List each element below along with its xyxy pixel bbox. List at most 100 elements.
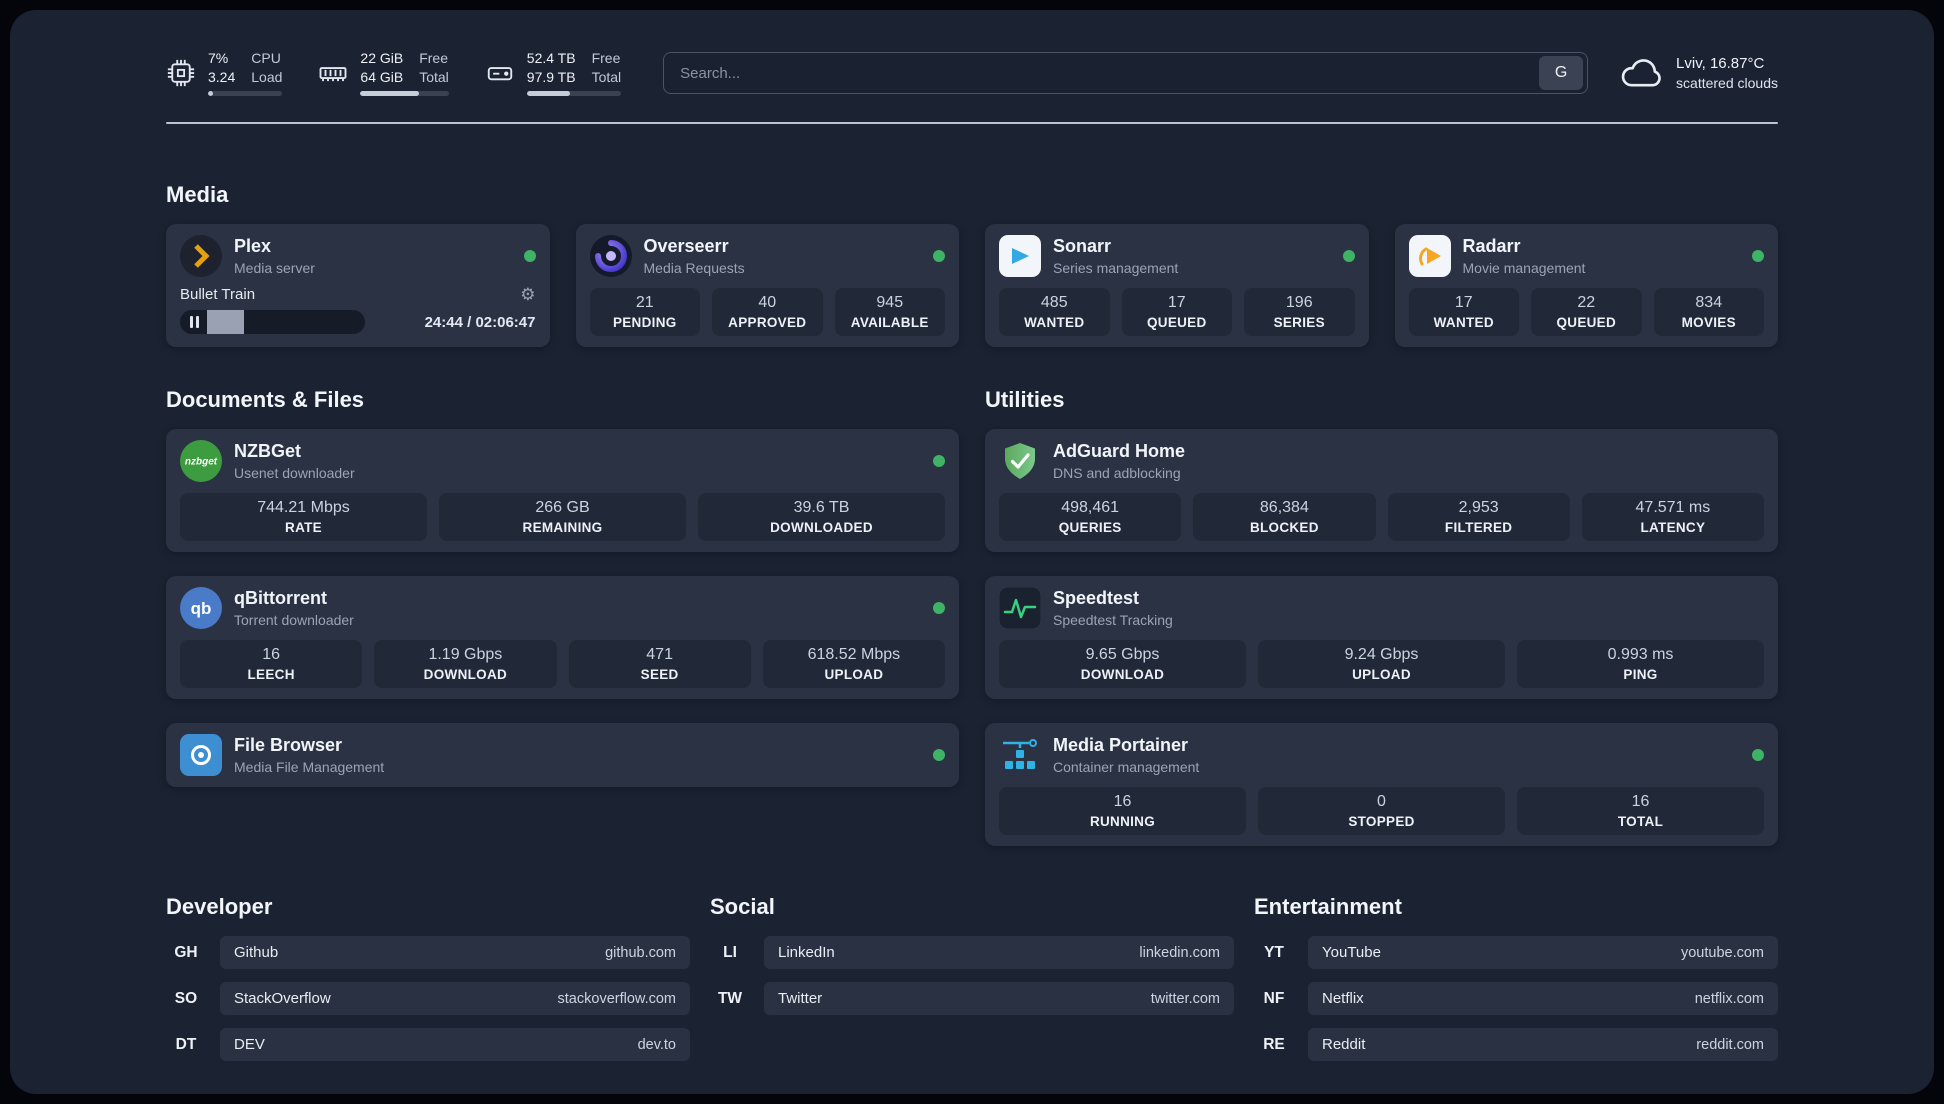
ram-total-value: 64 GiB xyxy=(360,69,404,85)
stat-value: 834 xyxy=(1695,294,1723,311)
pause-button[interactable] xyxy=(190,316,199,328)
link-abbr: LI xyxy=(723,943,737,961)
link-url: linkedin.com xyxy=(1139,944,1220,961)
link-name: Twitter xyxy=(778,990,823,1007)
card-overseerr[interactable]: Overseerr Media Requests 21 PENDING 40 A… xyxy=(575,224,959,347)
link-abbr: YT xyxy=(1264,943,1284,961)
link-twitter[interactable]: TW Twitter twitter.com xyxy=(710,982,1234,1015)
card-plex[interactable]: Plex Media server Bullet Train ⚙ 24:44 /… xyxy=(166,224,550,347)
status-indicator xyxy=(523,250,536,262)
stat-tile: 9.24 Gbps UPLOAD xyxy=(1258,640,1505,688)
link-url: stackoverflow.com xyxy=(557,990,676,1007)
link-reddit[interactable]: RE Reddit reddit.com xyxy=(1254,1028,1778,1061)
search-input[interactable] xyxy=(664,53,1540,93)
link-youtube[interactable]: YT YouTube youtube.com xyxy=(1254,936,1778,969)
stat-tile: 16 LEECH xyxy=(180,640,363,688)
link-abbr: DT xyxy=(175,1035,197,1053)
link-github[interactable]: GH Github github.com xyxy=(166,936,690,969)
link-pill[interactable]: Twitter twitter.com xyxy=(764,982,1234,1015)
stat-tile: 17 WANTED xyxy=(1408,288,1519,336)
app-name: AdGuard Home xyxy=(1053,441,1186,461)
weather-widget[interactable]: Lviv, 16.87°C scattered clouds xyxy=(1618,54,1778,93)
radarr-icon xyxy=(1408,235,1451,277)
stat-value: 22 xyxy=(1577,294,1596,311)
link-pill[interactable]: Reddit reddit.com xyxy=(1308,1028,1778,1061)
link-pill[interactable]: Netflix netflix.com xyxy=(1308,982,1778,1015)
stat-value: 16 xyxy=(1631,793,1650,810)
stat-tile: 2,953 FILTERED xyxy=(1387,493,1570,541)
stat-tile: 0.993 ms PING xyxy=(1517,640,1764,688)
link-linkedin[interactable]: LI LinkedIn linkedin.com xyxy=(710,936,1234,969)
dashboard-screen: 7% 3.24 CPU Load 22 GiB 64 GiB Free Tota… xyxy=(0,0,1944,1104)
plex-icon xyxy=(180,235,222,277)
app-name: Speedtest xyxy=(1053,588,1140,608)
cpu-load-value: 3.24 xyxy=(208,69,236,85)
qbittorrent-icon: qb xyxy=(180,587,222,629)
status-indicator xyxy=(933,749,945,761)
stat-label: UPLOAD xyxy=(1352,667,1411,682)
stat-tile: 16 TOTAL xyxy=(1517,787,1764,835)
stat-value: 21 xyxy=(635,294,654,311)
search-provider-button[interactable]: G xyxy=(1539,56,1584,90)
status-indicator xyxy=(933,455,945,467)
stat-tile: 86,384 BLOCKED xyxy=(1193,493,1376,541)
stat-label: WANTED xyxy=(1024,315,1085,330)
stat-label: TOTAL xyxy=(1617,814,1664,829)
stat-label: UPLOAD xyxy=(824,667,884,682)
link-abbr: NF xyxy=(1263,989,1285,1007)
card-filebrowser[interactable]: File Browser Media File Management xyxy=(166,723,959,787)
stat-label: BLOCKED xyxy=(1249,520,1319,535)
ram-free-value: 22 GiB xyxy=(360,50,404,66)
link-pill[interactable]: LinkedIn linkedin.com xyxy=(764,936,1234,969)
gear-icon[interactable]: ⚙ xyxy=(520,286,535,303)
disk-icon xyxy=(485,58,515,88)
link-name: Github xyxy=(234,944,279,961)
cpu-label: CPU xyxy=(251,50,281,66)
stat-label: FILTERED xyxy=(1444,520,1513,535)
app-subtitle: Series management xyxy=(1053,260,1179,276)
stat-label: LEECH xyxy=(247,667,295,682)
app-name: Plex xyxy=(234,236,272,256)
link-dev[interactable]: DT DEV dev.to xyxy=(166,1028,690,1061)
stat-tile: 196 SERIES xyxy=(1244,288,1355,336)
link-pill[interactable]: DEV dev.to xyxy=(220,1028,690,1061)
link-pill[interactable]: Github github.com xyxy=(220,936,690,969)
stat-tile: 47.571 ms LATENCY xyxy=(1581,493,1764,541)
stat-tile: 744.21 Mbps RATE xyxy=(180,493,427,541)
ram-progress-fill xyxy=(360,91,419,96)
card-sonarr[interactable]: Sonarr Series management 485 WANTED 17 Q… xyxy=(985,224,1369,347)
cloud-icon xyxy=(1618,54,1664,93)
playback-time: 24:44 / 02:06:47 xyxy=(424,313,536,331)
link-stackoverflow[interactable]: SO StackOverflow stackoverflow.com xyxy=(166,982,690,1015)
card-radarr[interactable]: Radarr Movie management 17 WANTED 22 QUE… xyxy=(1394,224,1778,347)
nzbget-icon: nzbget xyxy=(180,440,222,482)
stat-value: 471 xyxy=(646,646,673,663)
card-nzbget[interactable]: nzbget NZBGet Usenet downloader 744.21 M… xyxy=(166,429,959,552)
stat-tile: 485 WANTED xyxy=(999,288,1110,336)
app-subtitle: Media server xyxy=(234,260,315,276)
disk-progressbar xyxy=(526,91,622,96)
search-bar: G xyxy=(663,52,1589,94)
playback-progressbar[interactable] xyxy=(180,310,365,334)
link-pill[interactable]: StackOverflow stackoverflow.com xyxy=(220,982,690,1015)
stat-value: 16 xyxy=(262,646,281,663)
card-adguard[interactable]: AdGuard Home DNS and adblocking 498,461 … xyxy=(985,429,1778,552)
header-divider xyxy=(166,122,1778,124)
link-name: DEV xyxy=(234,1036,265,1053)
speedtest-icon xyxy=(999,587,1041,629)
card-portainer[interactable]: Media Portainer Container management 16 … xyxy=(985,723,1778,846)
stat-label: STOPPED xyxy=(1348,814,1415,829)
card-qbittorrent[interactable]: qb qBittorrent Torrent downloader 16 LEE… xyxy=(166,576,959,699)
card-speedtest[interactable]: Speedtest Speedtest Tracking 9.65 Gbps D… xyxy=(985,576,1778,699)
disk-total-value: 97.9 TB xyxy=(526,69,576,85)
link-netflix[interactable]: NF Netflix netflix.com xyxy=(1254,982,1778,1015)
link-name: YouTube xyxy=(1322,944,1381,961)
stat-label: QUEUED xyxy=(1556,315,1617,330)
ram-monitor: 22 GiB 64 GiB Free Total xyxy=(318,50,449,96)
section-social: Social LI LinkedIn linkedin.com TW Twitt… xyxy=(710,894,1234,1074)
link-abbr: SO xyxy=(174,989,198,1007)
link-pill[interactable]: YouTube youtube.com xyxy=(1308,936,1778,969)
cpu-usage-value: 7% xyxy=(208,50,229,66)
link-name: Reddit xyxy=(1322,1036,1366,1053)
section-media: Media Plex Media server Bullet Train ⚙ 2… xyxy=(166,182,1778,347)
